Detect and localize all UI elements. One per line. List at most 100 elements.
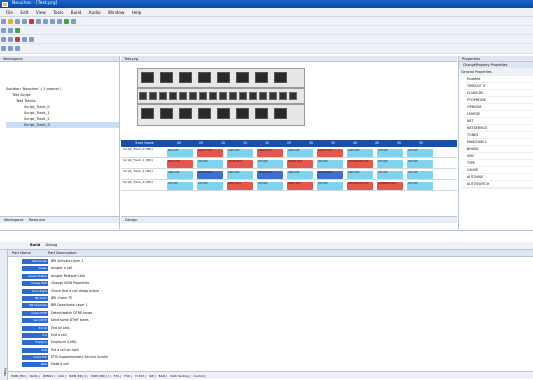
event-block[interactable]: START DAT [317,148,343,157]
property-row[interactable]: CLIARCDE [463,90,533,97]
part-row[interactable]: Invoke ETSI ETSI Supplementary Service In… [8,354,533,361]
port-icon[interactable] [259,92,267,100]
property-row[interactable]: Enabled [463,76,533,83]
event-block[interactable]: ANS DAT [227,170,253,179]
properties-group[interactable]: General Properties [459,69,533,76]
event-block[interactable]: MG DAT [167,148,193,157]
part-row[interactable]: BRI Deactivate BRI Deactivate Layer 1 [8,302,533,309]
paste-icon[interactable] [43,19,48,24]
uncomment-icon[interactable] [29,37,34,42]
event-block[interactable]: ANS DAT [347,170,373,179]
part-row[interactable]: Emptycm Emptycm (LMD) [8,339,533,346]
port-icon[interactable] [219,92,227,100]
port-icon[interactable] [239,92,247,100]
event-block[interactable]: ANS DAT [347,148,373,157]
property-row[interactable]: NETSERVICE [463,125,533,132]
port-icon[interactable] [269,92,277,100]
property-row[interactable]: OPMODE [463,104,533,111]
track-row[interactable]: Script_Track_3 [PRI] UP DAT UP DAT ORIG DAT… [121,180,457,191]
cut-icon[interactable] [29,19,34,24]
event-block[interactable]: UP DAT [317,181,343,190]
menu-edit[interactable]: Edit [20,10,28,15]
editor-tab[interactable]: Test.prg [121,56,457,62]
event-block[interactable]: UP DAT [167,181,193,190]
run-icon[interactable] [64,19,69,24]
port-icon[interactable] [139,92,147,100]
part-row[interactable]: End End a call [8,332,533,339]
port-icon[interactable] [160,108,173,119]
event-block[interactable]: START DAT [197,170,223,179]
menu-audio[interactable]: Audio [89,10,101,15]
event-block[interactable]: UP DAT [377,148,403,157]
event-block[interactable]: ORIG DAT [227,181,253,190]
part-row[interactable]: Make Make a call [8,361,533,368]
delete-icon[interactable] [15,37,20,42]
part-row[interactable]: Hold Put a call on hold [8,347,533,354]
col-part-description[interactable]: Part Description [48,251,77,255]
port-icon[interactable] [249,92,257,100]
properties-object[interactable]: ChangeProperty Properties [459,62,533,69]
port-icon[interactable] [274,108,287,119]
property-row[interactable]: NET [463,118,533,125]
port-icon[interactable] [179,72,192,83]
tab-design[interactable]: Design [125,218,137,222]
property-row[interactable]: LEHEDE [463,111,533,118]
property-row[interactable]: TIMEOUT 0 [463,83,533,90]
find-icon[interactable] [71,19,76,24]
event-block[interactable]: ANS DAT [287,148,313,157]
port-icon[interactable] [169,92,177,100]
tab-resource[interactable]: Resource [29,218,45,222]
part-row[interactable]: Answer Multiple Answer Multiple Calls [8,273,533,280]
port-icon[interactable] [199,92,207,100]
event-block[interactable]: START DAT [257,148,283,157]
event-block[interactable]: UP DAT [317,159,343,168]
tab-workspace[interactable]: Workspace [4,218,24,222]
part-row[interactable]: Change ISDN Change ISDN Properties [8,280,533,287]
undo-icon[interactable] [50,19,55,24]
event-block[interactable]: START DAT [227,159,253,168]
indent-icon[interactable] [1,37,6,42]
property-row[interactable]: BHADE [463,146,533,153]
part-row[interactable]: BRI Check BRI Check TE [8,295,533,302]
port-icon[interactable] [198,108,211,119]
copy-icon[interactable] [36,19,41,24]
menu-help[interactable]: Help [132,10,142,15]
event-block[interactable]: START DAT [317,170,343,179]
menu-view[interactable]: View [36,10,46,15]
port-icon[interactable] [236,108,249,119]
tab-debug[interactable]: Debug [46,243,58,247]
col-part-name[interactable]: Part Name [12,251,31,255]
event-block[interactable]: ANS DAT [287,170,313,179]
port-icon[interactable] [255,108,268,119]
grid-icon[interactable] [8,46,13,51]
port-icon[interactable] [141,108,154,119]
port-icon[interactable] [255,72,268,83]
event-block[interactable]: ANS DAT [227,148,253,157]
property-row[interactable]: TONES [463,132,533,139]
port-icon[interactable] [217,72,230,83]
port-icon[interactable] [159,92,167,100]
property-row[interactable]: TYPE [463,160,533,167]
event-block[interactable]: START DAT [287,159,313,168]
track-row[interactable]: Script_Track_2 [PRI] ANS DAT START DAT ANS … [121,169,457,180]
event-block[interactable]: ORG DAT [167,159,193,168]
parts-tab[interactable]: Control | [193,374,206,378]
port-icon[interactable] [279,92,287,100]
menu-window[interactable]: Window [108,10,125,15]
parts-tab[interactable]: E&M | [159,374,168,378]
save-icon[interactable] [15,19,20,24]
event-block[interactable]: UP DAT [377,170,403,179]
port-icon[interactable] [179,108,192,119]
part-row[interactable]: Check Digits Check that a call dialgs act… [8,288,533,295]
parts-tab[interactable]: H.323 | [135,374,146,378]
property-row[interactable]: AUTOSWITCH [463,181,533,188]
compile-icon[interactable] [8,28,13,33]
event-block[interactable]: UP DAT [377,159,403,168]
open-icon[interactable] [8,19,13,24]
track-row[interactable]: Script_Track_1 [PRI] ORG DAT UP DAT START D… [121,158,457,169]
event-block[interactable]: ORIG DAT [287,181,313,190]
parts-tab[interactable]: ISDN_BRI_S | [69,374,88,378]
start-icon[interactable] [15,28,20,33]
event-block[interactable]: UP DAT [407,159,433,168]
new-icon[interactable] [1,19,6,24]
